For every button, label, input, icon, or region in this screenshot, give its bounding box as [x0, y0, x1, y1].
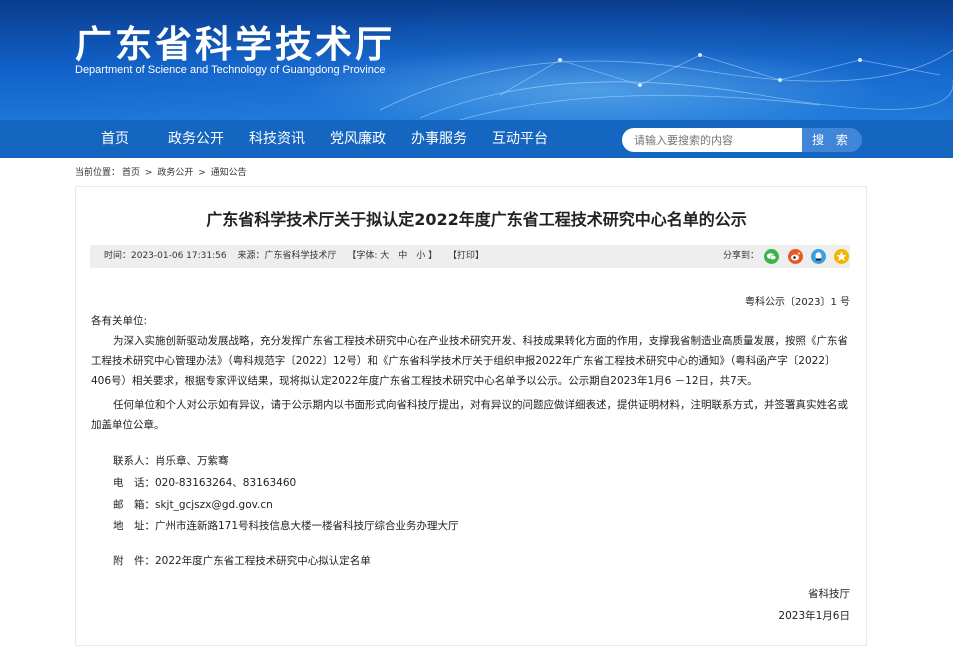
- font-size-switch[interactable]: 【字体: 大 中 小 】: [347, 251, 437, 261]
- site-subtitle: Department of Science and Technology of …: [75, 64, 386, 76]
- wechat-icon[interactable]: [764, 249, 779, 264]
- contact-address-value: 广州市连新路171号科技信息大楼一楼省科技厅综合业务办理大厅: [155, 520, 459, 532]
- paragraph-1: 为深入实施创新驱动发展战略，充分发挥广东省工程技术研究中心在产业技术研究开发、科…: [91, 335, 848, 387]
- article-meta-bar: 时间：2023-01-06 17:31:56 来源：广东省科学技术厅 【字体: …: [90, 245, 850, 268]
- nav-item-integrity[interactable]: 党风廉政: [330, 120, 386, 158]
- main-nav: 首页 政务公开 科技资讯 党风廉政 办事服务 互动平台 搜 索: [0, 120, 953, 158]
- breadcrumb-separator: >: [144, 168, 153, 178]
- contact-phone-value: 020-83163264、83163460: [155, 477, 297, 489]
- contact-person-label: 联系人：: [113, 455, 155, 467]
- publish-time: 时间：2023-01-06 17:31:56: [104, 251, 227, 261]
- contact-email-label: 邮 箱：: [113, 499, 155, 511]
- qq-icon[interactable]: [811, 249, 826, 264]
- nav-item-interaction[interactable]: 互动平台: [492, 120, 548, 158]
- attachment-link[interactable]: 2022年度广东省工程技术研究中心拟认定名单: [155, 555, 371, 567]
- document-number: 粤科公示〔2023〕1 号: [745, 297, 850, 308]
- breadcrumb: 当前位置： 首页 > 政务公开 > 通知公告: [75, 165, 249, 178]
- breadcrumb-government-affairs[interactable]: 政务公开: [157, 168, 193, 178]
- breadcrumb-notices[interactable]: 通知公告: [211, 168, 247, 178]
- print-link[interactable]: 【打印】: [448, 251, 484, 261]
- breadcrumb-home[interactable]: 首页: [122, 168, 140, 178]
- contact-email-value[interactable]: skjt_gcjszx@gd.gov.cn: [155, 499, 273, 511]
- signature-date: 2023年1月6日: [778, 610, 850, 622]
- nav-item-home[interactable]: 首页: [101, 120, 129, 158]
- contact-address-label: 地 址：: [113, 520, 155, 532]
- search-button[interactable]: 搜 索: [802, 128, 862, 152]
- contact-phone-label: 电 话：: [113, 477, 155, 489]
- nav-item-services[interactable]: 办事服务: [411, 120, 467, 158]
- contact-email: 邮 箱：skjt_gcjszx@gd.gov.cn: [113, 497, 273, 512]
- contact-address: 地 址：广州市连新路171号科技信息大楼一楼省科技厅综合业务办理大厅: [113, 518, 459, 533]
- breadcrumb-label: 当前位置：: [75, 168, 121, 178]
- nav-item-tech-news[interactable]: 科技资讯: [249, 120, 305, 158]
- site-header: 广东省科学技术厅 Department of Science and Techn…: [0, 0, 953, 120]
- share-label: 分享到：: [723, 251, 760, 261]
- qzone-icon[interactable]: [834, 249, 849, 264]
- site-title: 广东省科学技术厅: [75, 23, 395, 66]
- search-input[interactable]: [622, 128, 802, 152]
- contact-person-value: 肖乐章、万紫骞: [155, 455, 229, 467]
- signature: 省科技厅: [808, 588, 850, 600]
- attachment: 附 件：2022年度广东省工程技术研究中心拟认定名单: [113, 553, 371, 568]
- weibo-icon[interactable]: [788, 249, 803, 264]
- nav-item-government-affairs[interactable]: 政务公开: [168, 120, 224, 158]
- paragraph-2: 任何单位和个人对公示如有异议，请于公示期内以书面形式向省科技厅提出，对有异议的问…: [91, 399, 848, 431]
- salutation: 各有关单位:: [91, 315, 148, 327]
- article-source: 来源：广东省科学技术厅: [237, 251, 337, 261]
- article-title: 广东省科学技术厅关于拟认定2022年度广东省工程技术研究中心名单的公示: [206, 210, 747, 229]
- attachment-label: 附 件：: [113, 555, 155, 567]
- contact-person: 联系人：肖乐章、万紫骞: [113, 453, 229, 468]
- breadcrumb-separator: >: [198, 168, 206, 178]
- contact-phone: 电 话：020-83163264、83163460: [113, 475, 296, 490]
